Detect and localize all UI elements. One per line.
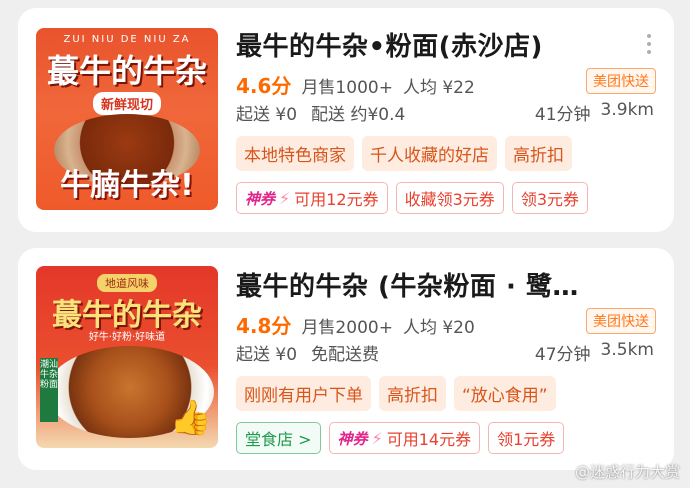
watermark: @迷惑行为大赏 — [574, 463, 680, 481]
thumbnail-subtitle: 新鲜现切 — [92, 92, 162, 115]
eta-distance: 47分钟 3.5km — [535, 340, 654, 365]
store-thumbnail[interactable]: 地道风味 蕞牛的牛杂 好牛·好粉·好味道 潮汕牛杂粉面 👍 — [36, 266, 218, 448]
store-tag: 高折扣 — [505, 136, 572, 171]
coupon-text: 可用14元券 — [386, 430, 472, 449]
monthly-sales: 月售2000+ — [301, 318, 393, 338]
monthly-sales: 月售1000+ — [301, 78, 393, 98]
store-tag: “放心食用” — [454, 376, 556, 411]
lightning-icon: ⚡ — [371, 428, 383, 448]
store-thumbnail[interactable]: ZUI NIU DE NIU ZA 蕞牛的牛杂 新鲜现切 牛腩牛杂! — [36, 28, 218, 210]
thumbnail-line: 好牛·好粉·好味道 — [88, 332, 166, 343]
coupon[interactable]: 领1元券 — [488, 422, 565, 454]
coupon[interactable]: 收藏领3元券 — [395, 182, 504, 214]
delivery-fee: 免配送费 — [311, 345, 380, 365]
more-options-icon[interactable] — [646, 34, 652, 54]
delivery-badge: 美团快送 — [586, 68, 656, 94]
tag-list: 刚刚有用户下单 高折扣 “放心食用” — [236, 376, 556, 411]
avg-price: 人均 ¥22 — [402, 78, 475, 98]
store-title[interactable]: 蕞牛的牛杂 (牛杂粉面 · 鹭… — [236, 266, 596, 303]
thumbnail-pinyin: ZUI NIU DE NIU ZA — [63, 34, 191, 45]
eta: 41分钟 — [534, 105, 591, 125]
store-tag: 千人收藏的好店 — [362, 136, 497, 171]
delivery-badge: 美团快送 — [586, 308, 656, 334]
fee-info: 起送 ¥0 配送 约¥0.4 — [236, 100, 405, 125]
eta-distance: 41分钟 3.9km — [535, 100, 654, 125]
min-order: 起送 ¥0 — [236, 345, 298, 365]
coupon-list: 堂食店 > 神券 ⚡ 可用14元券 领1元券 — [236, 422, 565, 454]
tag-list: 本地特色商家 千人收藏的好店 高折扣 — [236, 136, 572, 171]
delivery-fee: 配送 约¥0.4 — [311, 105, 406, 125]
store-tag: 本地特色商家 — [236, 136, 354, 171]
shenquan-coupon[interactable]: 神券 ⚡ 可用12元券 — [236, 182, 388, 214]
avg-price: 人均 ¥20 — [402, 318, 475, 338]
store-rating: 4.6分 — [236, 74, 292, 98]
store-meta: 4.6分 月售1000+ 人均 ¥22 — [236, 70, 475, 98]
dine-in-badge[interactable]: 堂食店 > — [236, 422, 321, 454]
thumbnail-slogan: 牛腩牛杂! — [60, 168, 194, 203]
shenquan-coupon[interactable]: 神券 ⚡ 可用14元券 — [328, 422, 481, 454]
distance: 3.5km — [600, 340, 654, 360]
lightning-icon: ⚡ — [279, 188, 291, 208]
shenquan-label: 神券 — [337, 429, 368, 448]
coupon-list: 神券 ⚡ 可用12元券 收藏领3元券 领3元券 — [236, 182, 588, 214]
shenquan-label: 神券 — [245, 189, 276, 208]
thumbnail-brand: 蕞牛的牛杂 — [46, 52, 207, 90]
fee-info: 起送 ¥0 免配送费 — [236, 340, 379, 365]
store-card[interactable]: 地道风味 蕞牛的牛杂 好牛·好粉·好味道 潮汕牛杂粉面 👍 蕞牛的牛杂 (牛杂粉… — [18, 248, 674, 470]
store-card[interactable]: ZUI NIU DE NIU ZA 蕞牛的牛杂 新鲜现切 牛腩牛杂! 最牛的牛杂… — [18, 8, 674, 232]
eta: 47分钟 — [534, 345, 591, 365]
thumbs-up-icon: 👍 — [169, 398, 212, 438]
store-meta: 4.8分 月售2000+ 人均 ¥20 — [236, 310, 475, 338]
store-tag: 刚刚有用户下单 — [236, 376, 371, 411]
store-title[interactable]: 最牛的牛杂•粉面(赤沙店) — [236, 26, 596, 63]
min-order: 起送 ¥0 — [236, 105, 298, 125]
store-tag: 高折扣 — [379, 376, 446, 411]
coupon[interactable]: 领3元券 — [511, 182, 588, 214]
distance: 3.9km — [600, 100, 654, 120]
store-rating: 4.8分 — [236, 314, 292, 338]
thumbnail-flag: 潮汕牛杂粉面 — [40, 358, 58, 422]
coupon-text: 可用12元券 — [294, 190, 379, 209]
